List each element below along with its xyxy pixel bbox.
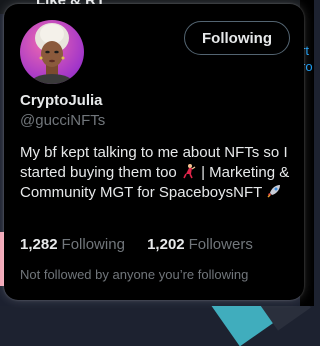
- followers-count: 1,202: [147, 236, 185, 253]
- dancer-emoji-icon: [183, 164, 196, 179]
- profile-hover-card: Following CryptoJulia @gucciNFTs My bf k…: [4, 4, 304, 300]
- follow-stats: 1,282 Following 1,202 Followers: [20, 236, 271, 253]
- not-followed-notice: Not followed by anyone you’re following: [20, 267, 249, 282]
- followers-count-link[interactable]: 1,202 Followers: [147, 236, 253, 253]
- followers-label: Followers: [188, 236, 253, 253]
- avatar-illustration: [30, 23, 74, 84]
- rocket-emoji-icon: [267, 185, 281, 198]
- display-name[interactable]: CryptoJulia: [20, 92, 103, 109]
- following-count: 1,282: [20, 236, 58, 253]
- avatar[interactable]: [20, 20, 84, 84]
- following-button[interactable]: Following: [184, 21, 290, 55]
- following-count-link[interactable]: 1,282 Following: [20, 236, 125, 253]
- following-label: Following: [61, 236, 125, 253]
- username-handle[interactable]: @gucciNFTs: [20, 112, 105, 129]
- profile-bio: My bf kept talking to me about NFTs so I…: [20, 143, 295, 203]
